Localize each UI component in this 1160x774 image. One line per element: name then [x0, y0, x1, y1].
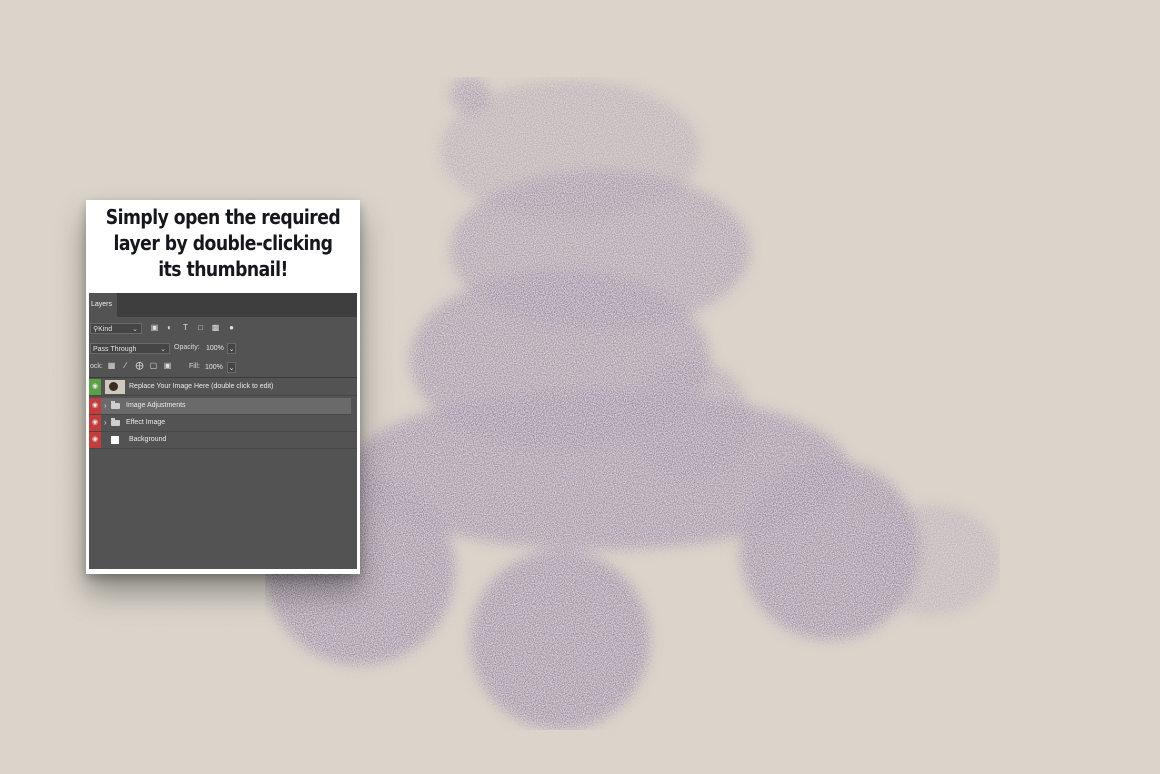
pixel-filter-icon[interactable]: ▣ — [150, 323, 159, 332]
eye-icon[interactable]: ◉ — [89, 379, 101, 395]
opacity-label: Opacity: — [174, 344, 200, 351]
filter-row: ⚲Kind ⌄ ▣ ◐ T □ ▩ ● — [89, 320, 357, 339]
layer-name: Replace Your Image Here (double click to… — [129, 383, 274, 390]
folder-icon — [111, 418, 120, 426]
lock-artboard-icon[interactable]: ▢ — [149, 361, 158, 370]
chevron-right-icon[interactable]: › — [104, 398, 107, 414]
layer-row-background[interactable]: ◉ Background — [89, 432, 357, 449]
blend-mode-select[interactable]: Pass Through ⌄ — [90, 343, 170, 354]
instruction-headline: Simply open the required layer by double… — [105, 204, 341, 282]
folder-icon — [111, 401, 120, 409]
chevron-down-icon: ⌄ — [160, 346, 166, 353]
opacity-dropdown[interactable]: ⌄ — [227, 343, 236, 354]
filter-kind-label: Kind — [98, 326, 113, 333]
fill-label: Fill: — [189, 363, 200, 370]
lock-pixels-icon[interactable]: ⁄ — [121, 361, 130, 370]
smart-object-thumbnail[interactable] — [105, 380, 125, 394]
panel-divider — [89, 377, 357, 378]
eye-icon[interactable]: ◉ — [89, 432, 101, 448]
headline-line-3: its thumbnail! — [158, 257, 288, 281]
lock-transparency-icon[interactable]: ▦ — [107, 361, 116, 370]
layer-name: Background — [129, 436, 167, 443]
layer-row-smart-object[interactable]: ◉ Replace Your Image Here (double click … — [89, 379, 357, 396]
layers-panel: Layers ⚲Kind ⌄ ▣ ◐ T □ ▩ ● Pass Through … — [89, 293, 357, 569]
tab-layers[interactable]: Layers — [89, 293, 117, 317]
lock-row: ock: ▦ ⁄ ⨁ ▢ ▣ Fill: 100% ⌄ — [89, 358, 357, 377]
fill-value: 100% — [205, 364, 223, 371]
lock-all-icon[interactable]: ▣ — [163, 361, 172, 370]
lock-label: ock: — [90, 363, 103, 370]
layer-name: Effect Image — [126, 419, 166, 426]
headline-line-2: layer by double-clicking — [113, 231, 333, 255]
smart-object-filter-icon[interactable]: ▩ — [211, 323, 220, 332]
type-filter-icon[interactable]: T — [181, 323, 190, 332]
headline-line-1: Simply open the required — [105, 205, 341, 229]
layer-row-effect-image[interactable]: ◉ › Effect Image — [89, 415, 357, 432]
chevron-right-icon[interactable]: › — [104, 415, 107, 431]
shape-filter-icon[interactable]: □ — [196, 323, 205, 332]
chevron-down-icon: ⌄ — [228, 346, 235, 353]
layer-row-image-adjustments[interactable]: ◉ › Image Adjustments — [89, 398, 351, 415]
eye-icon[interactable]: ◉ — [89, 415, 101, 431]
adjustment-filter-icon[interactable]: ◐ — [165, 323, 174, 332]
background-thumbnail[interactable] — [111, 436, 119, 444]
filter-toggle-icon[interactable]: ● — [227, 323, 236, 332]
chevron-down-icon: ⌄ — [228, 365, 235, 372]
blend-mode-value: Pass Through — [93, 346, 137, 353]
layer-name: Image Adjustments — [126, 402, 186, 409]
chevron-down-icon: ⌄ — [132, 326, 138, 333]
opacity-value: 100% — [206, 345, 224, 352]
eye-icon[interactable]: ◉ — [89, 398, 101, 414]
panel-tab-bar: Layers — [89, 293, 357, 317]
fill-dropdown[interactable]: ⌄ — [227, 362, 236, 373]
lock-position-icon[interactable]: ⨁ — [135, 361, 144, 370]
filter-kind-select[interactable]: ⚲Kind ⌄ — [90, 323, 142, 334]
instruction-card: Simply open the required layer by double… — [86, 200, 360, 574]
blend-row: Pass Through ⌄ Opacity: 100% ⌄ — [89, 339, 357, 358]
